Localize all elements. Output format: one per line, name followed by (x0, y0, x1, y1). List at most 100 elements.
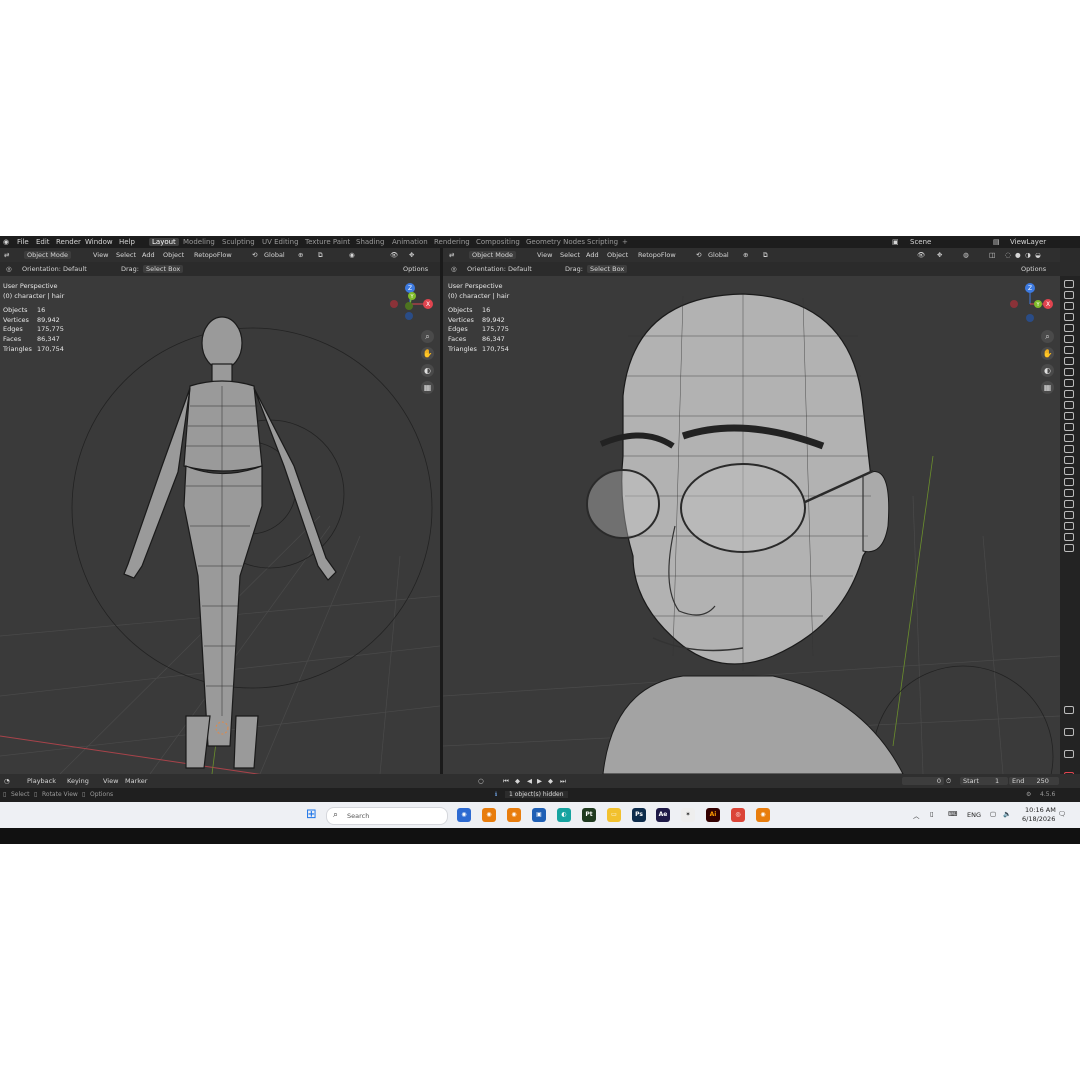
photoshop-icon[interactable]: Ps (632, 808, 646, 822)
menu-window[interactable]: Window (85, 238, 113, 246)
add-workspace-button[interactable]: + (622, 238, 628, 246)
gizmo-toggle-icon[interactable]: ✥ (937, 251, 942, 259)
pan-hand-icon[interactable]: ✋ (1041, 347, 1054, 360)
camera-visibility-icon[interactable] (1064, 423, 1074, 431)
tool-icon[interactable]: ◎ (6, 265, 12, 273)
left-menu-add[interactable]: Add (142, 251, 155, 259)
gizmo-neg-x-icon[interactable] (390, 300, 398, 308)
left-orientation-value[interactable]: Default (63, 265, 87, 273)
tray-keyboard-icon[interactable]: ⌨ (948, 810, 957, 818)
left-mode-selector[interactable]: Object Mode (24, 251, 71, 259)
prev-keyframe-icon[interactable]: ◆ (515, 777, 520, 785)
tab-animation[interactable]: Animation (392, 238, 428, 246)
camera-visibility-icon[interactable] (1064, 478, 1074, 486)
chat-app-icon[interactable]: ◉ (457, 808, 471, 822)
left-navigation-gizmo[interactable]: Z X Y (388, 282, 438, 326)
snap-icon[interactable]: ⧉ (318, 251, 323, 260)
tool-icon[interactable]: ◎ (451, 265, 457, 273)
gizmo-neg-z-icon[interactable] (1026, 314, 1034, 322)
blender-logo-icon[interactable]: ◉ (3, 238, 9, 246)
gizmo-toggle-icon[interactable]: ✥ (409, 251, 414, 259)
tab-rendering[interactable]: Rendering (434, 238, 470, 246)
ortho-grid-icon[interactable]: ▦ (1041, 381, 1054, 394)
timeline-menu-marker[interactable]: Marker (125, 777, 147, 785)
camera-visibility-icon[interactable] (1064, 379, 1074, 387)
blender-app-icon[interactable]: ◉ (482, 808, 496, 822)
tray-network-icon[interactable]: ▢ (990, 810, 996, 818)
current-frame-field[interactable]: 0 (902, 777, 944, 785)
camera-visibility-icon[interactable] (1064, 313, 1074, 321)
play-icon[interactable]: ▶ (537, 777, 542, 785)
store-app-icon[interactable]: ▣ (532, 808, 546, 822)
left-3d-viewport[interactable]: User Perspective (0) character | hair Ob… (0, 276, 440, 774)
notification-icon[interactable]: 🗨 (1058, 810, 1066, 818)
left-menu-retopoflow[interactable]: RetopoFlow (194, 251, 232, 259)
overlay-icon[interactable]: ◍ (963, 251, 969, 259)
camera-icon[interactable]: ◐ (421, 364, 434, 377)
pivot-icon[interactable]: ⊕ (743, 251, 748, 259)
xray-icon[interactable]: ◫ (989, 251, 995, 259)
shading-wire-icon[interactable]: ◌ (1005, 251, 1011, 259)
editor-type-icon[interactable]: ⇄ (449, 251, 454, 259)
shading-material-icon[interactable]: ◑ (1025, 251, 1031, 259)
right-3d-viewport[interactable]: User Perspective (0) character | hair Ob… (443, 276, 1060, 774)
play-reverse-icon[interactable]: ◀ (527, 777, 532, 785)
camera-visibility-icon[interactable] (1064, 456, 1074, 464)
left-menu-select[interactable]: Select (116, 251, 136, 259)
properties-render-icon[interactable] (1064, 728, 1074, 736)
camera-visibility-icon[interactable] (1064, 467, 1074, 475)
snap-icon[interactable]: ⧉ (763, 251, 768, 260)
right-menu-retopoflow[interactable]: RetopoFlow (638, 251, 676, 259)
view-layer-selector[interactable]: ViewLayer (1010, 238, 1046, 246)
pivot-icon[interactable]: ⊕ (298, 251, 303, 259)
camera-visibility-icon[interactable] (1064, 533, 1074, 541)
gizmo-neg-y-icon[interactable] (405, 302, 413, 310)
camera-visibility-icon[interactable] (1064, 511, 1074, 519)
camera-visibility-icon[interactable] (1064, 544, 1074, 552)
camera-visibility-icon[interactable] (1064, 302, 1074, 310)
tab-uv-editing[interactable]: UV Editing (262, 238, 299, 246)
clock-date[interactable]: 6/18/2026 (1022, 815, 1055, 823)
record-icon[interactable]: ○ (478, 777, 484, 785)
right-menu-select[interactable]: Select (560, 251, 580, 259)
camera-visibility-icon[interactable] (1064, 280, 1074, 288)
menu-edit[interactable]: Edit (36, 238, 50, 246)
zoom-icon[interactable]: ⌕ (1041, 330, 1054, 343)
blender-active-app-icon[interactable]: ◉ (756, 808, 770, 822)
end-frame-field[interactable]: End 250 (1009, 777, 1059, 785)
right-menu-add[interactable]: Add (586, 251, 599, 259)
tab-scripting[interactable]: Scripting (587, 238, 618, 246)
camera-visibility-icon[interactable] (1064, 390, 1074, 398)
edge-browser-icon[interactable]: ◐ (557, 808, 571, 822)
right-navigation-gizmo[interactable]: Z X Y (1008, 282, 1058, 326)
camera-visibility-icon[interactable] (1064, 357, 1074, 365)
substance-painter-icon[interactable]: Pt (582, 808, 596, 822)
taskbar-search-box[interactable]: ⌕ Search (326, 807, 448, 825)
ortho-grid-icon[interactable]: ▦ (421, 381, 434, 394)
camera-icon[interactable]: ◐ (1041, 364, 1054, 377)
right-options-button[interactable]: Options (1021, 265, 1046, 273)
language-indicator[interactable]: ENG (967, 811, 981, 819)
camera-visibility-icon[interactable] (1064, 522, 1074, 530)
jump-end-icon[interactable]: ⏭ (560, 777, 566, 786)
right-menu-object[interactable]: Object (607, 251, 628, 259)
left-menu-view[interactable]: View (93, 251, 108, 259)
illustrator-icon[interactable]: Ai (706, 808, 720, 822)
zbrush-icon[interactable]: ✶ (681, 808, 695, 822)
visibility-icon[interactable]: 👁 (917, 251, 925, 259)
camera-visibility-icon[interactable] (1064, 500, 1074, 508)
right-transform-orientation[interactable]: Global (708, 251, 729, 259)
shading-rendered-icon[interactable]: ◒ (1035, 251, 1041, 259)
camera-visibility-icon[interactable] (1064, 434, 1074, 442)
file-explorer-icon[interactable]: ▭ (607, 808, 621, 822)
timeline-menu-view[interactable]: View (103, 777, 118, 785)
left-transform-orientation[interactable]: Global (264, 251, 285, 259)
blender-app-icon-2[interactable]: ◉ (507, 808, 521, 822)
tray-overflow-icon[interactable]: ︿ (913, 810, 920, 820)
pan-hand-icon[interactable]: ✋ (421, 347, 434, 360)
camera-visibility-icon[interactable] (1064, 489, 1074, 497)
left-options-button[interactable]: Options (403, 265, 428, 273)
camera-visibility-icon[interactable] (1064, 368, 1074, 376)
shading-solid-icon[interactable]: ● (1015, 251, 1021, 259)
chrome-browser-icon[interactable]: ◎ (731, 808, 745, 822)
